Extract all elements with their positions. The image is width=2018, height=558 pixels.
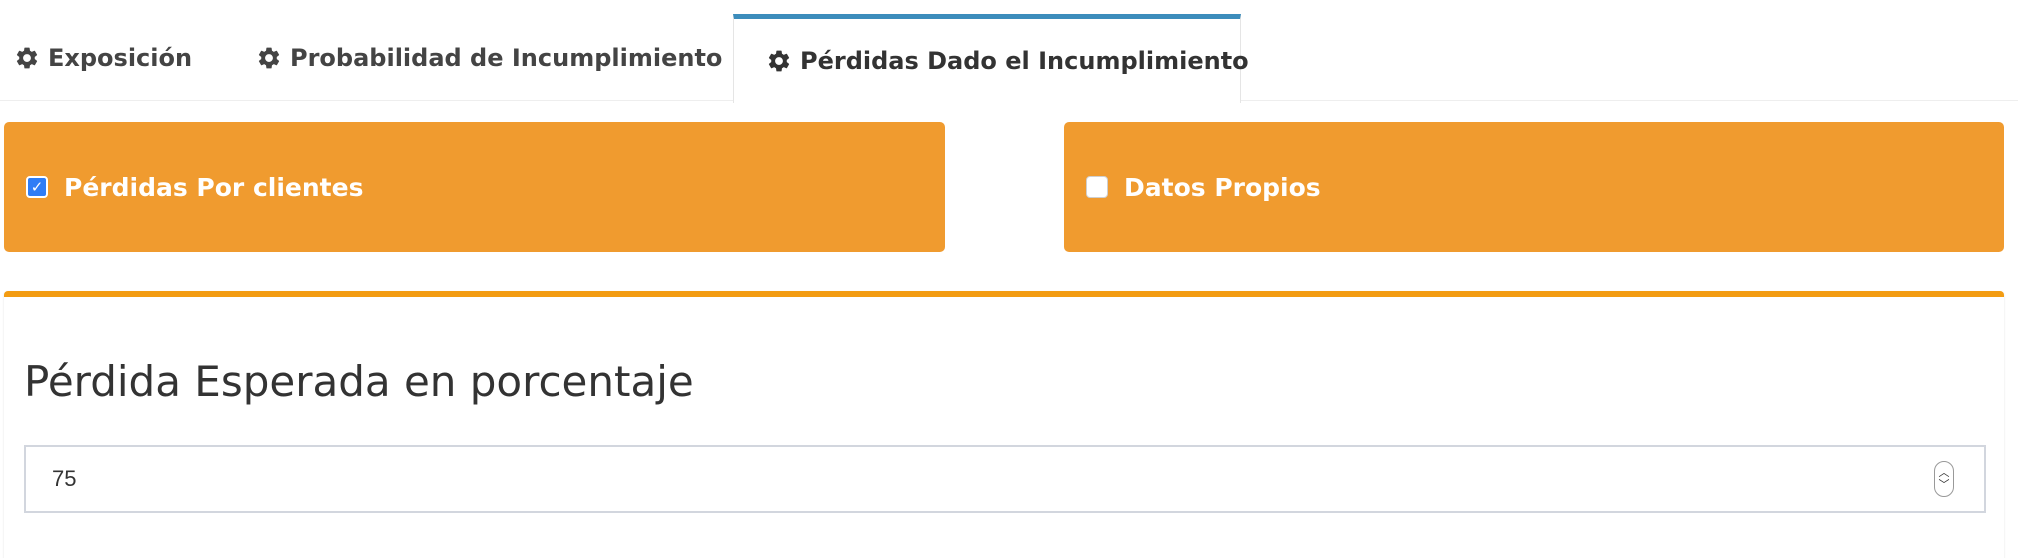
datos-propios-option[interactable]: Datos Propios bbox=[1064, 173, 1321, 202]
number-spinner[interactable]: ︿ ﹀ bbox=[1934, 461, 1954, 497]
perdida-esperada-input[interactable] bbox=[26, 448, 1934, 510]
gear-icon bbox=[258, 47, 280, 68]
perdidas-por-clientes-option[interactable]: ✓ Pérdidas Por clientes bbox=[4, 173, 363, 202]
spinner-down-icon[interactable]: ﹀ bbox=[1939, 479, 1950, 491]
tab-label: Exposición bbox=[48, 43, 193, 72]
tab-probabilidad-incumplimiento[interactable]: Probabilidad de Incumplimiento bbox=[256, 14, 722, 101]
checkmark-icon: ✓ bbox=[30, 177, 44, 196]
perdida-esperada-panel: Pérdida Esperada en porcentaje ︿ ﹀ bbox=[4, 291, 2004, 558]
tab-perdidas-dado-incumplimiento[interactable]: Pérdidas Dado el Incumplimiento bbox=[733, 14, 1249, 103]
panel-title: Pérdida Esperada en porcentaje bbox=[24, 357, 694, 406]
datos-propios-checkbox[interactable] bbox=[1086, 176, 1108, 198]
perdidas-por-clientes-checkbox[interactable]: ✓ bbox=[26, 176, 48, 198]
datos-propios-box: Datos Propios bbox=[1064, 122, 2004, 252]
perdida-esperada-field: ︿ ﹀ bbox=[24, 445, 1986, 513]
tab-exposicion[interactable]: Exposición bbox=[14, 14, 192, 101]
tab-label: Probabilidad de Incumplimiento bbox=[290, 43, 723, 72]
tab-bar: Exposición Probabilidad de Incumplimient… bbox=[0, 0, 2018, 103]
gear-icon bbox=[768, 50, 790, 72]
tab-label: Pérdidas Dado el Incumplimiento bbox=[800, 47, 1249, 75]
datos-propios-label: Datos Propios bbox=[1124, 172, 1321, 202]
gear-icon bbox=[16, 47, 38, 68]
perdidas-por-clientes-box: ✓ Pérdidas Por clientes bbox=[4, 122, 945, 252]
page: Exposición Probabilidad de Incumplimient… bbox=[0, 0, 2018, 558]
perdidas-por-clientes-label: Pérdidas Por clientes bbox=[64, 172, 364, 202]
